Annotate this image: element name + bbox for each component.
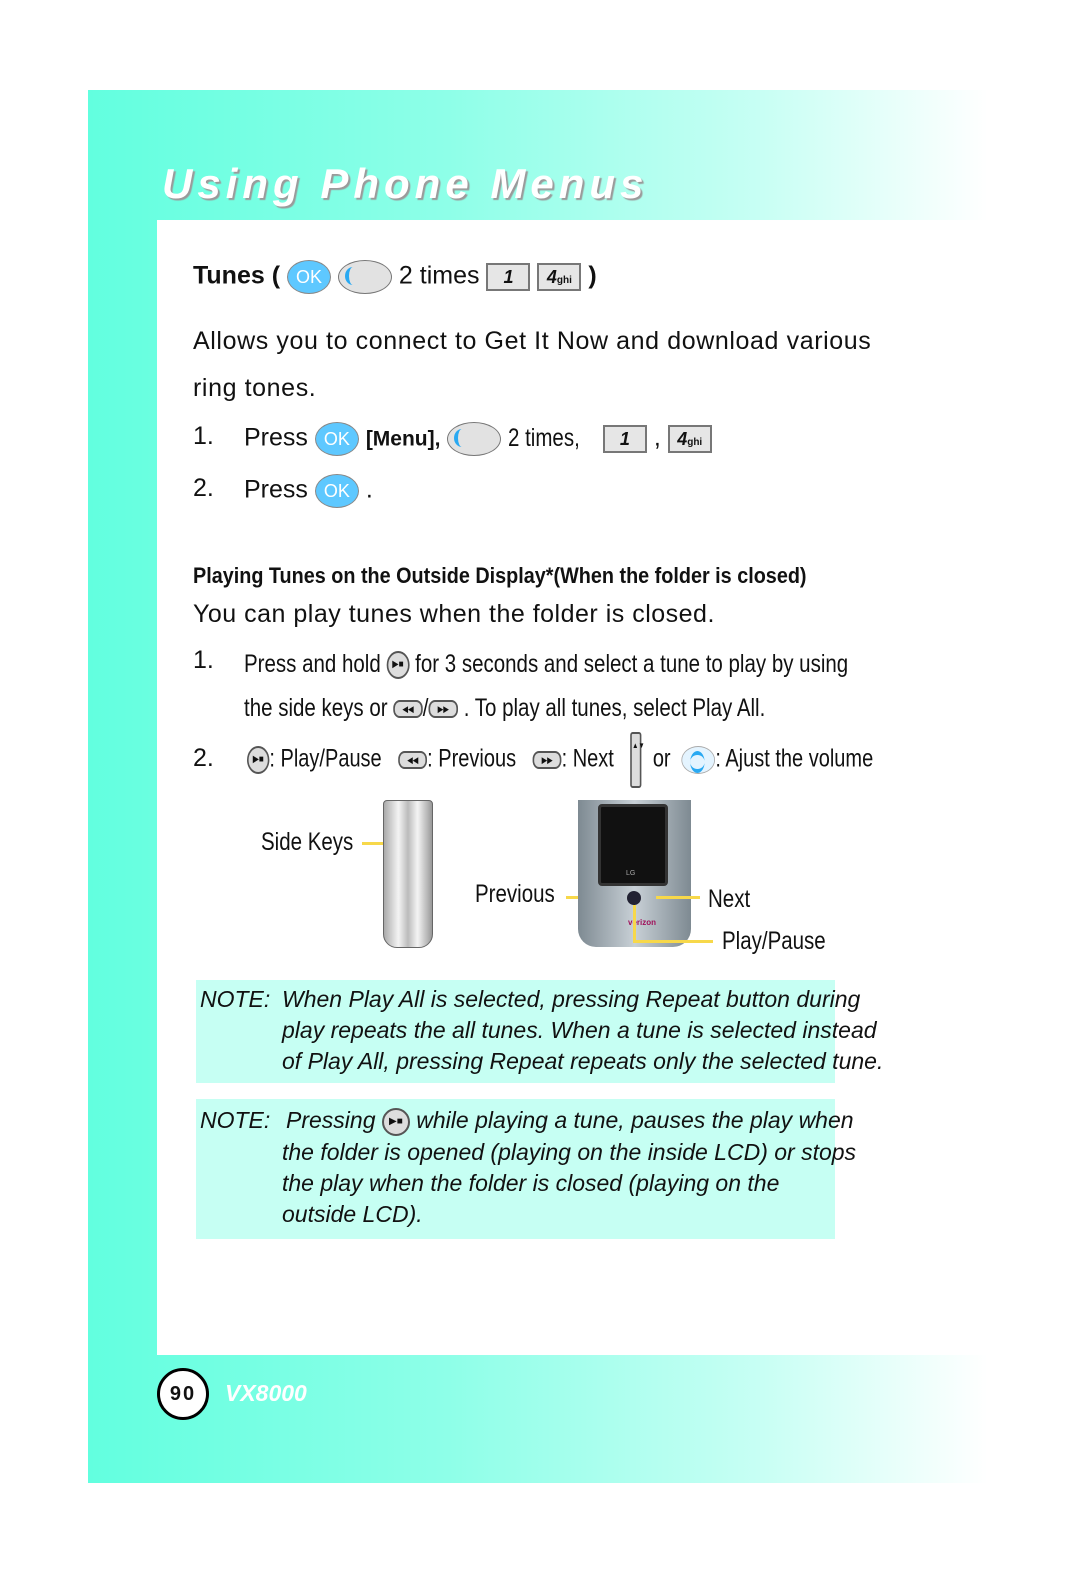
phone-side-image bbox=[383, 800, 433, 948]
press-text: Press bbox=[244, 475, 308, 504]
key-4-icon: 4ghi bbox=[537, 263, 582, 291]
note-line: of Play All, pressing Repeat repeats onl… bbox=[282, 1048, 884, 1074]
outside-step-1-line-1: Press and hold ▶■ for 3 seconds and sele… bbox=[244, 650, 849, 680]
times-text: 2 times bbox=[398, 261, 480, 290]
note-line: When Play All is selected, pressing Repe… bbox=[282, 986, 861, 1012]
section-intro: You can play tunes when the folder is cl… bbox=[193, 600, 715, 628]
note-line: play repeats the all tunes. When a tune … bbox=[282, 1017, 877, 1043]
side-key-icon: ▲▼ bbox=[630, 732, 645, 788]
previous-key-icon: ◀◀ bbox=[398, 751, 428, 769]
section-heading: Playing Tunes on the Outside Display*(Wh… bbox=[193, 563, 807, 588]
note-line: the play when the folder is closed (play… bbox=[282, 1170, 780, 1196]
play-pause-key-icon: ▶■ bbox=[247, 746, 270, 774]
times-text: 2 times, bbox=[508, 423, 581, 452]
next-callout bbox=[656, 896, 700, 899]
note-line: the folder is opened (playing on the ins… bbox=[282, 1139, 857, 1165]
play-pause-key-icon: ▶■ bbox=[381, 1107, 410, 1136]
tunes-heading-line: Tunes ( OK 2 times 1 4ghi ) bbox=[193, 260, 597, 294]
outside-step-1-num: 1. bbox=[193, 646, 214, 674]
intro-line-2: ring tones. bbox=[193, 374, 317, 402]
note-line: outside LCD). bbox=[282, 1201, 423, 1227]
note-box-1: NOTE: When Play All is selected, pressin… bbox=[196, 980, 883, 1083]
next-key-icon: ▶▶ bbox=[428, 700, 459, 719]
nav-key-icon bbox=[337, 260, 392, 294]
key-1-icon: 1 bbox=[486, 263, 531, 291]
nav-key-icon bbox=[447, 422, 502, 456]
note-line: Pressing ▶■ while playing a tune, pauses… bbox=[286, 1107, 854, 1136]
close-paren: ) bbox=[588, 261, 597, 290]
note-label: NOTE: bbox=[200, 1107, 271, 1133]
model-name: VX8000 bbox=[225, 1380, 307, 1406]
play-pause-label: Play/Pause bbox=[722, 927, 826, 955]
outside-step-2-legend: ▶■: Play/Pause ◀◀: Previous ▶▶: Next ▲▼ … bbox=[247, 732, 1030, 788]
manual-page: Using Phone Menus Tunes ( OK 2 times 1 4… bbox=[0, 0, 1080, 1584]
note-box-2: NOTE: Pressing ▶■ while playing a tune, … bbox=[196, 1099, 856, 1239]
step-number: 2. bbox=[193, 474, 214, 502]
outside-step-2-num: 2. bbox=[193, 744, 214, 772]
intro-line-1: Allows you to connect to Get It Now and … bbox=[193, 327, 872, 355]
play-pause-callout-h bbox=[633, 940, 713, 943]
key-1-icon: 1 bbox=[602, 425, 647, 453]
note-label: NOTE: bbox=[200, 986, 271, 1012]
previous-key-icon: ◀◀ bbox=[393, 700, 423, 719]
previous-label: Previous bbox=[475, 880, 555, 908]
menu-text: [Menu], bbox=[365, 427, 441, 451]
step-2: 2. Press OK . bbox=[193, 474, 373, 508]
ok-key-icon: OK bbox=[314, 422, 359, 456]
outside-step-1-line-2: the side keys or ◀◀ / ▶▶ . To play all tun… bbox=[244, 694, 766, 722]
side-keys-label: Side Keys bbox=[261, 828, 354, 856]
press-text: Press bbox=[244, 423, 308, 452]
page-number: 90 bbox=[157, 1368, 209, 1420]
key-4-icon: 4ghi bbox=[667, 425, 712, 453]
page-title: Using Phone Menus bbox=[162, 160, 649, 207]
next-label: Next bbox=[708, 885, 751, 913]
comma: , bbox=[653, 423, 661, 452]
play-pause-callout-v bbox=[633, 905, 636, 943]
play-pause-key-icon: ▶■ bbox=[386, 651, 410, 680]
next-key-icon: ▶▶ bbox=[532, 751, 562, 769]
tunes-heading: Tunes ( bbox=[193, 261, 281, 290]
ok-key-icon: OK bbox=[287, 260, 331, 294]
period: . bbox=[365, 475, 373, 504]
lg-logo: LG bbox=[626, 870, 636, 877]
volume-key-icon bbox=[681, 746, 716, 774]
ok-key-icon: OK bbox=[314, 474, 359, 508]
play-pause-button bbox=[627, 891, 641, 905]
step-number: 1. bbox=[193, 422, 214, 450]
step-1: 1. Press OK [Menu], 2 times, 1 , 4ghi bbox=[193, 422, 712, 456]
